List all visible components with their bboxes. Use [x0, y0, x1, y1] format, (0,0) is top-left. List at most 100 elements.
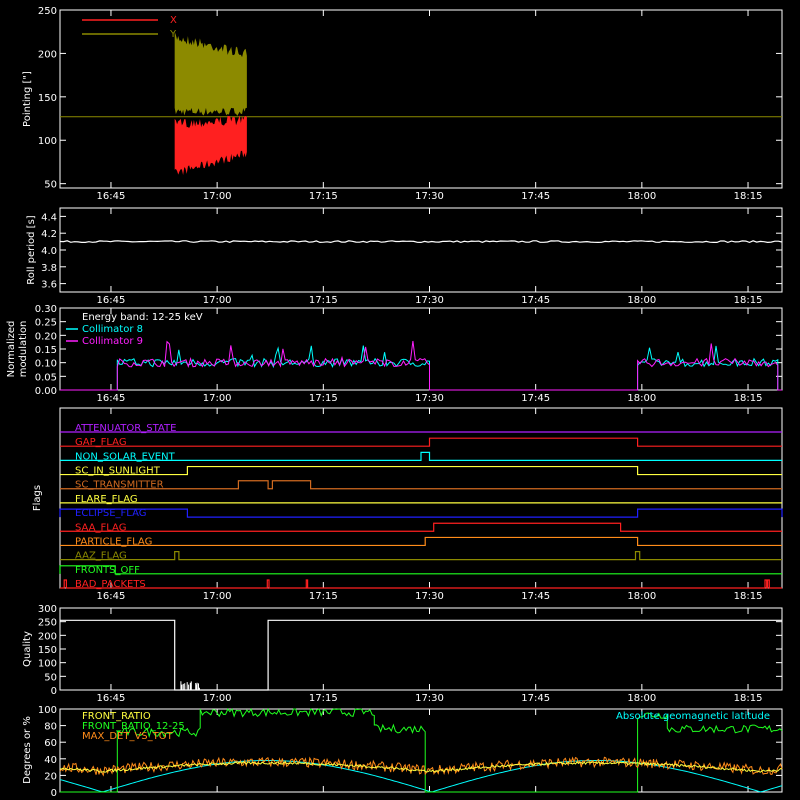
flag-line-sc-transmitter [60, 480, 782, 490]
hessi-quicklook-figure: Pointing ["] 5010015020025016:45 17:00 17:… [6, 6, 783, 799]
flag-line-eclipse-flag [59, 508, 783, 518]
pointing-series-x [174, 115, 247, 175]
time-tick-label: 17:30 [415, 591, 444, 602]
pointing-series-y [174, 31, 247, 116]
y-tick-label: 4.0 [41, 246, 57, 257]
time-tick-label: 17:00 [203, 393, 232, 404]
legend-y: Y [169, 29, 177, 40]
flag-label: BAD_PACKETS [75, 579, 146, 590]
modulation-ylabel: Normalizedmodulation [6, 321, 29, 378]
y-tick-label: 150 [38, 645, 57, 656]
y-tick-label: 3.6 [41, 280, 57, 291]
flag-label: NON_SOLAR_EVENT [75, 451, 176, 462]
flag-label: PARTICLE_FLAG [75, 536, 152, 547]
quality-noise [180, 681, 200, 690]
time-tick-label: 17:45 [521, 295, 550, 306]
legend-x: X [170, 15, 177, 26]
time-tick-label: 18:00 [627, 191, 656, 202]
y-tick-label: 0 [51, 686, 57, 697]
time-tick-label: 18:00 [627, 591, 656, 602]
panel-roll: Roll period [s] 3.6 3.8 4.0 4.2 4.4 16:45 17:0… [26, 207, 783, 306]
legend-collimator-9: Collimator 9 [82, 336, 143, 347]
time-tick-label: 16:45 [97, 191, 126, 202]
time-tick-label: 16:45 [97, 591, 126, 602]
y-tick-label: 0.15 [35, 345, 57, 356]
time-tick-label: 17:00 [203, 693, 232, 704]
quality-ylabel: Quality [22, 631, 33, 667]
flag-label: FRONTS_OFF [75, 565, 140, 576]
time-tick-label: 17:45 [521, 191, 550, 202]
time-tick-label: 17:30 [415, 393, 444, 404]
flag-line-bad-packets [60, 579, 782, 589]
time-tick-label: 17:00 [203, 295, 232, 306]
y-tick-label: 300 [38, 604, 57, 615]
time-tick-label: 18:00 [627, 693, 656, 704]
y-tick-label: 100 [38, 659, 57, 670]
time-tick-label: 17:00 [203, 191, 232, 202]
flag-line-particle-flag [60, 536, 782, 547]
time-tick-label: 18:00 [627, 295, 656, 306]
y-tick-label: 0.00 [35, 386, 57, 397]
modulation-series-collimator-8 [60, 345, 782, 391]
panel-flags: Flags 16:45 17:00 17:15 17:30 17:45 18:00 18:1… [32, 407, 783, 602]
energy-band-label: Energy band: 12-25 keV [82, 312, 203, 323]
time-tick-label: 18:15 [734, 295, 763, 306]
flag-label: SC_IN_SUNLIGHT [75, 466, 161, 477]
y-tick-label: 3.8 [41, 263, 57, 274]
flag-label: SAA_FLAG [75, 522, 126, 533]
flag-label: ECLIPSE_FLAG [75, 508, 146, 519]
time-tick-label: 18:15 [734, 693, 763, 704]
pointing-legend: X Y [82, 15, 177, 40]
flag-line-fronts-off [59, 565, 782, 575]
y-tick-label: 0.30 [35, 304, 57, 315]
time-tick-label: 17:15 [309, 295, 338, 306]
flags-ylabel: Flags [32, 485, 43, 511]
time-tick-label: 17:15 [309, 393, 338, 404]
y-tick-label: 200 [38, 631, 57, 642]
y-tick-label: 0.05 [35, 372, 57, 383]
roll-period-series [59, 240, 783, 244]
legend-max-det-vs-tot: MAX_DET_VS_TOT [82, 731, 174, 742]
time-tick-label: 18:15 [734, 591, 763, 602]
modulation-legend: Energy band: 12-25 keV Collimator 8 Coll… [66, 312, 203, 347]
y-tick-label: 150 [38, 93, 57, 104]
y-tick-label: 200 [38, 49, 57, 60]
time-tick-label: 17:15 [309, 693, 338, 704]
roll-ylabel: Roll period [s] [26, 215, 37, 284]
time-tick-label: 17:15 [309, 191, 338, 202]
y-tick-label: 40 [44, 755, 57, 766]
legend-collimator-8: Collimator 8 [82, 324, 143, 335]
time-tick-label: 17:30 [415, 295, 444, 306]
time-tick-label: 17:45 [521, 693, 550, 704]
y-tick-label: 4.2 [41, 229, 57, 240]
time-tick-label: 17:00 [203, 591, 232, 602]
time-tick-label: 17:45 [521, 591, 550, 602]
y-tick-label: 0.25 [35, 318, 57, 329]
y-tick-label: 0.10 [35, 359, 57, 370]
y-tick-label: 4.4 [41, 212, 57, 223]
flag-label: SC_TRANSMITTER [75, 480, 164, 491]
flag-label: FLARE_FLAG [75, 494, 138, 505]
flag-line-saa-flag [60, 522, 782, 532]
time-tick-label: 17:30 [415, 191, 444, 202]
y-tick-label: 80 [44, 722, 57, 733]
panel-pointing: Pointing ["] 50 100 150 200 250 16:45 17:00 17:… [22, 6, 783, 202]
y-tick-label: 0.20 [35, 331, 57, 342]
time-tick-label: 16:45 [97, 295, 126, 306]
y-tick-label: 250 [38, 618, 57, 629]
time-tick-label: 18:15 [734, 191, 763, 202]
panel-quality: Quality 0 50 100 150 200 250 300 16:45 17:00 17:1… [22, 604, 783, 704]
time-tick-label: 16:45 [97, 693, 126, 704]
quality-series [60, 619, 782, 691]
flag-line-gap-flag [60, 437, 782, 447]
panel-modulation: Normalizedmodulation 0.00 0.05 0.10 0.15 0.2… [6, 304, 783, 404]
time-tick-label: 17:15 [309, 591, 338, 602]
y-tick-label: 50 [44, 672, 57, 683]
y-tick-label: 50 [44, 180, 57, 191]
time-tick-label: 16:45 [97, 393, 126, 404]
panel-ratios: Degrees or % 020406080100 FRONT_RATIO FR… [22, 705, 783, 799]
y-tick-label: 60 [44, 738, 57, 749]
y-tick-label: 100 [38, 136, 57, 147]
y-tick-label: 100 [38, 705, 57, 716]
y-tick-label: 20 [44, 771, 57, 782]
